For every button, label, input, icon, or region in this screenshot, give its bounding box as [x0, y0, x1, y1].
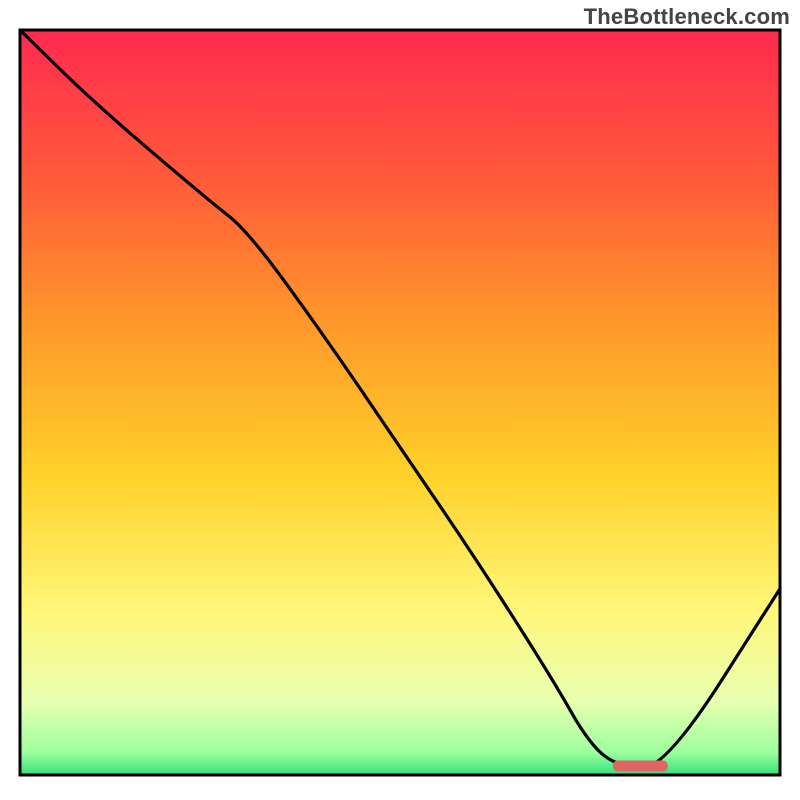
plot-gradient-background [20, 30, 780, 775]
chart-frame: TheBottleneck.com [0, 0, 800, 800]
bottleneck-chart [0, 0, 800, 800]
watermark-label: TheBottleneck.com [584, 4, 790, 30]
optimal-range-marker [613, 761, 668, 772]
